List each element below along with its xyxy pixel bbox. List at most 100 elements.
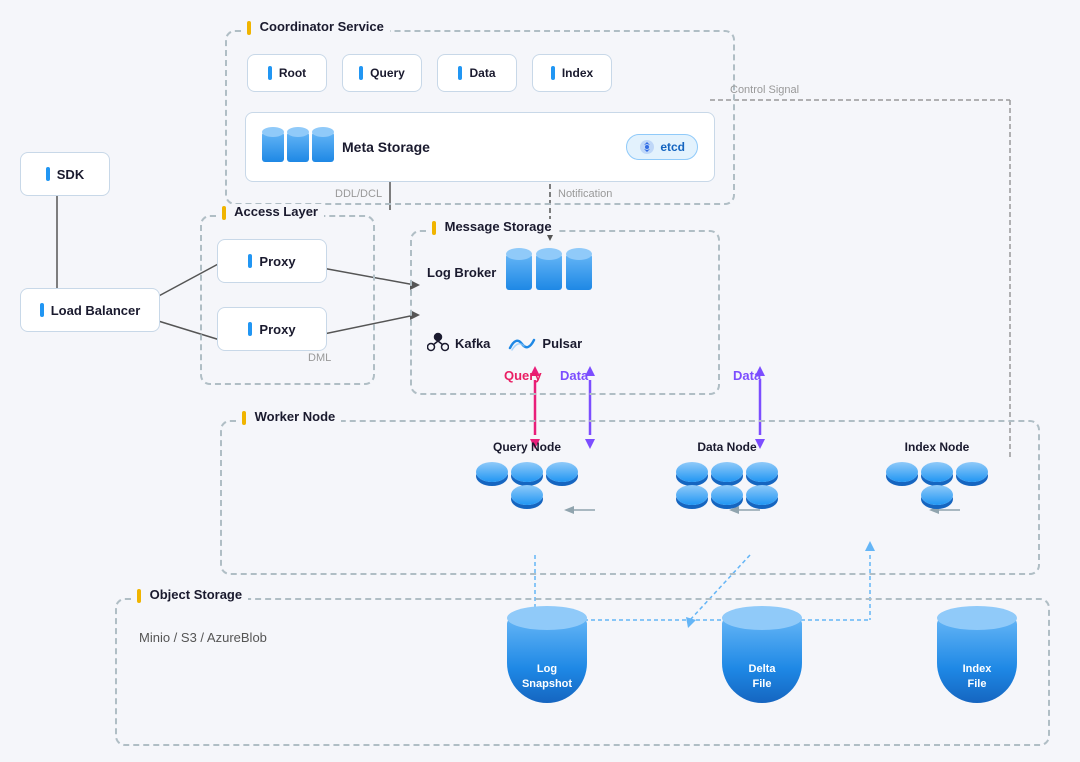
log-snapshot-label: LogSnapshot xyxy=(507,662,587,691)
dml-label: DML xyxy=(308,352,331,364)
lb-label: Load Balancer xyxy=(51,303,141,318)
etcd-badge: etcd xyxy=(626,134,698,160)
cyl3 xyxy=(312,132,334,162)
access-layer-bar xyxy=(222,206,226,220)
proxy1-component: Proxy xyxy=(217,239,327,283)
meta-storage-label: Meta Storage xyxy=(342,139,430,155)
data-node-disks xyxy=(672,462,782,505)
message-storage-label-text: Message Storage xyxy=(445,219,552,234)
root-bar xyxy=(268,66,272,80)
data-arrow-label2: Data xyxy=(733,368,761,383)
query-coord-component: Query xyxy=(342,54,422,92)
log-snapshot-db: LogSnapshot xyxy=(507,618,587,703)
qn-disk1 xyxy=(476,462,508,482)
query-node-section: Query Node xyxy=(472,440,582,505)
pulsar-component: Pulsar xyxy=(508,334,582,352)
query-arrow-label: Query xyxy=(504,368,542,383)
access-layer-box: Access Layer Proxy Proxy xyxy=(200,215,375,385)
qn-disk2 xyxy=(511,462,543,482)
worker-node-label: Worker Node xyxy=(236,409,341,425)
root-label: Root xyxy=(279,66,306,80)
architecture-diagram: { "title": "Milvus Architecture Diagram"… xyxy=(0,0,1080,762)
notification-label: Notification xyxy=(558,188,612,200)
object-storage-label-text: Object Storage xyxy=(150,587,242,602)
query-coord-bar xyxy=(359,66,363,80)
kafka-icon xyxy=(427,332,449,354)
coordinator-service-box: Coordinator Service Root Query Data Inde… xyxy=(225,30,735,205)
index-file-db: IndexFile xyxy=(937,618,1017,703)
qn-disk4 xyxy=(511,485,543,505)
index-file-cylinder: IndexFile xyxy=(937,618,1017,703)
pulsar-icon xyxy=(508,334,536,352)
delta-file-db: DeltaFile xyxy=(722,618,802,703)
sdk-label: SDK xyxy=(57,167,84,182)
cyl1 xyxy=(262,132,284,162)
dn-disk4 xyxy=(676,485,708,505)
load-balancer-component: Load Balancer xyxy=(20,288,160,332)
lb-bar xyxy=(40,303,44,317)
worker-node-label-text: Worker Node xyxy=(255,409,336,424)
etcd-label: etcd xyxy=(660,140,685,154)
coordinator-label-text: Coordinator Service xyxy=(260,19,384,34)
index-node-section: Index Node xyxy=(882,440,992,505)
data-coord-component: Data xyxy=(437,54,517,92)
coordinator-bar xyxy=(247,21,251,35)
meta-storage-left: Meta Storage xyxy=(262,132,430,162)
in-disk3 xyxy=(956,462,988,482)
proxy2-label: Proxy xyxy=(259,322,295,337)
worker-node-box: Worker Node Query Node Data Node Index N… xyxy=(220,420,1040,575)
index-file-label: IndexFile xyxy=(937,662,1017,691)
kafka-pulsar-row: Kafka Pulsar xyxy=(427,332,582,354)
sdk-component: SDK xyxy=(20,152,110,196)
object-storage-label: Object Storage xyxy=(131,587,248,603)
proxy2-bar xyxy=(248,322,252,336)
pulsar-label: Pulsar xyxy=(542,336,582,351)
sdk-bar xyxy=(46,167,50,181)
query-node-disks xyxy=(472,462,582,505)
log-broker-label: Log Broker xyxy=(427,265,496,280)
data-arrow-label1: Data xyxy=(560,368,588,383)
query-coord-label: Query xyxy=(370,66,405,80)
data-coord-label: Data xyxy=(469,66,495,80)
kafka-label: Kafka xyxy=(455,336,490,351)
worker-node-bar xyxy=(242,411,246,425)
dn-disk1 xyxy=(676,462,708,482)
control-signal-label: Control Signal xyxy=(730,84,799,96)
data-node-section: Data Node xyxy=(672,440,782,505)
query-node-label: Query Node xyxy=(493,440,561,454)
meta-storage-cylinders xyxy=(262,132,334,162)
delta-file-label: DeltaFile xyxy=(722,662,802,691)
object-storage-subtitle: Minio / S3 / AzureBlob xyxy=(139,630,267,645)
access-layer-label-text: Access Layer xyxy=(234,204,318,219)
qn-disk3 xyxy=(546,462,578,482)
access-layer-label: Access Layer xyxy=(216,204,324,220)
dn-disk5 xyxy=(711,485,743,505)
in-disk1 xyxy=(886,462,918,482)
dn-disk3 xyxy=(746,462,778,482)
delta-file-cylinder: DeltaFile xyxy=(722,618,802,703)
proxy2-component: Proxy xyxy=(217,307,327,351)
index-coord-bar xyxy=(551,66,555,80)
kafka-component: Kafka xyxy=(427,332,490,354)
root-component: Root xyxy=(247,54,327,92)
dn-disk2 xyxy=(711,462,743,482)
index-coord-label: Index xyxy=(562,66,593,80)
log-broker-row: Log Broker xyxy=(427,254,592,290)
log-broker-cylinders xyxy=(506,254,592,290)
proxy1-bar xyxy=(248,254,252,268)
object-storage-bar xyxy=(137,589,141,603)
index-node-label: Index Node xyxy=(905,440,970,454)
meta-storage-component: Meta Storage etcd xyxy=(245,112,715,182)
index-node-disks xyxy=(882,462,992,505)
object-storage-box: Object Storage Minio / S3 / AzureBlob Lo… xyxy=(115,598,1050,746)
message-storage-bar xyxy=(432,221,436,235)
message-storage-label: Message Storage xyxy=(426,219,558,235)
cyl2 xyxy=(287,132,309,162)
proxy1-label: Proxy xyxy=(259,254,295,269)
ddl-dcl-label: DDL/DCL xyxy=(335,188,382,200)
etcd-icon xyxy=(639,139,655,155)
coordinator-service-label: Coordinator Service xyxy=(241,19,390,35)
data-node-label: Data Node xyxy=(697,440,756,454)
log-snapshot-cylinder: LogSnapshot xyxy=(507,618,587,703)
in-disk4 xyxy=(921,485,953,505)
